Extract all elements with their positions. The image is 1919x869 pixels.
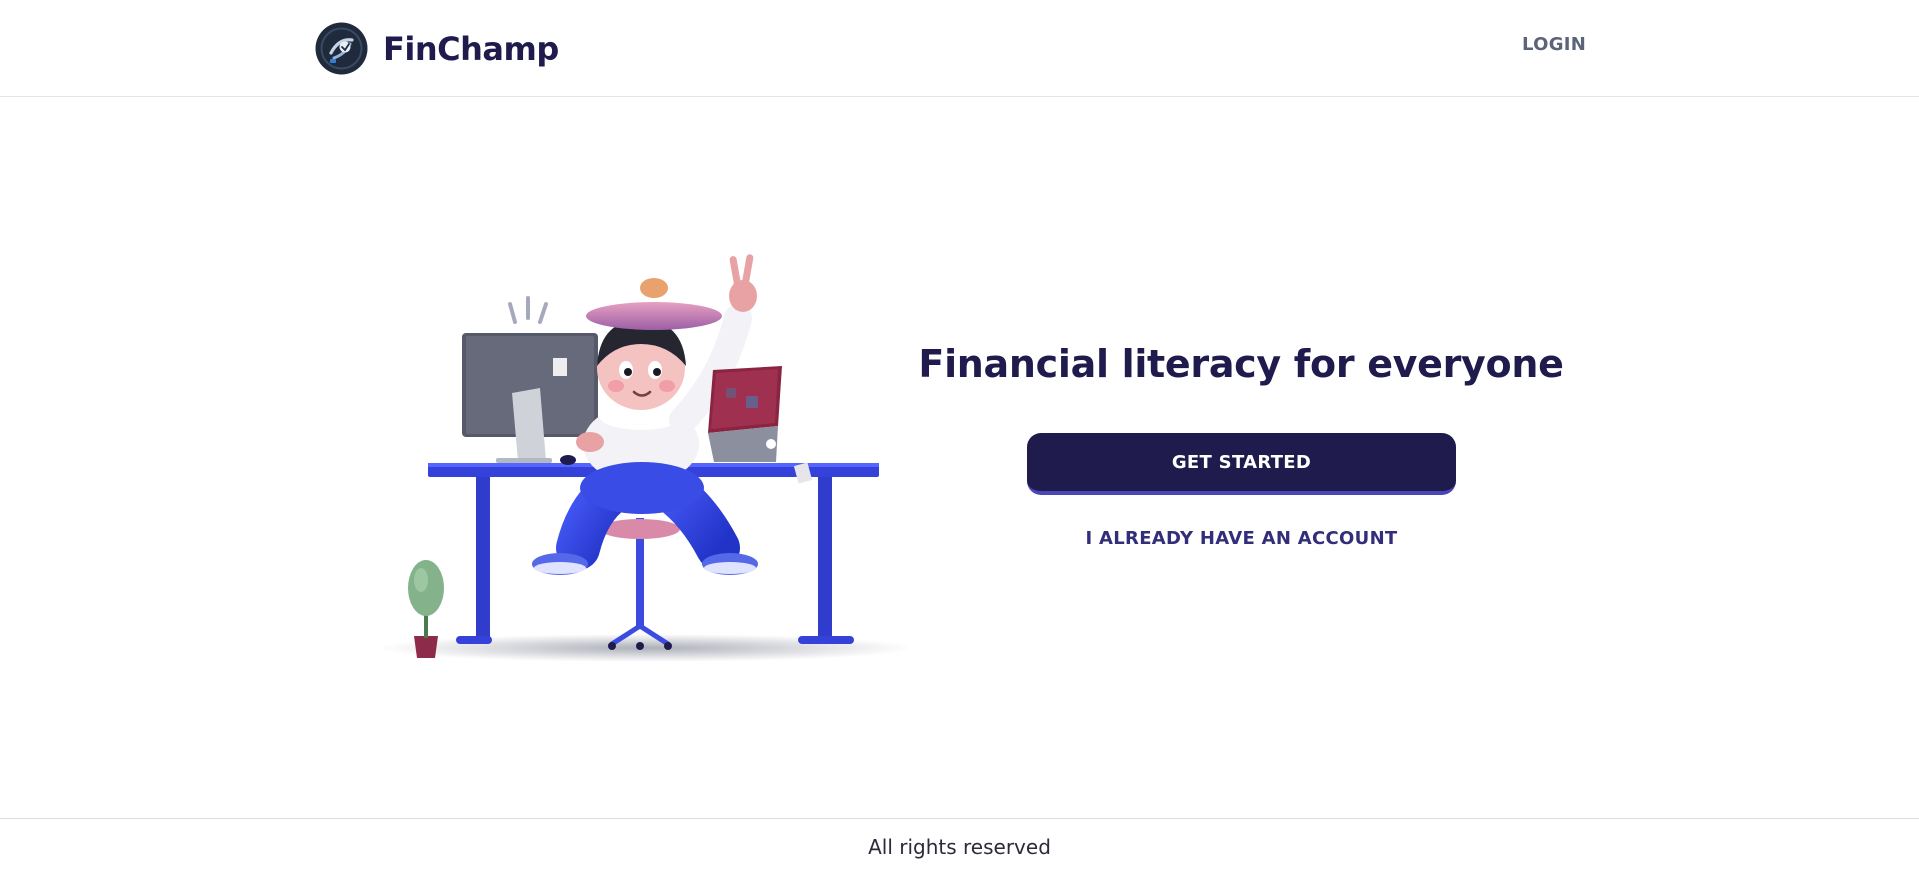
brand-name: FinChamp: [383, 29, 559, 68]
hero-headline: Financial literacy for everyone: [918, 342, 1564, 386]
existing-account-link[interactable]: I ALREADY HAVE AN ACCOUNT: [1027, 528, 1456, 549]
site-header: FinChamp LOGIN: [0, 0, 1919, 97]
brand-home-link[interactable]: FinChamp: [315, 22, 559, 75]
finchamp-logo-icon: [315, 22, 368, 75]
person-at-desk-illustration: [378, 254, 908, 662]
get-started-button[interactable]: GET STARTED: [1027, 433, 1456, 495]
footer-copyright: All rights reserved: [868, 835, 1051, 859]
site-footer: All rights reserved: [0, 818, 1919, 869]
login-link[interactable]: LOGIN: [1522, 34, 1586, 55]
